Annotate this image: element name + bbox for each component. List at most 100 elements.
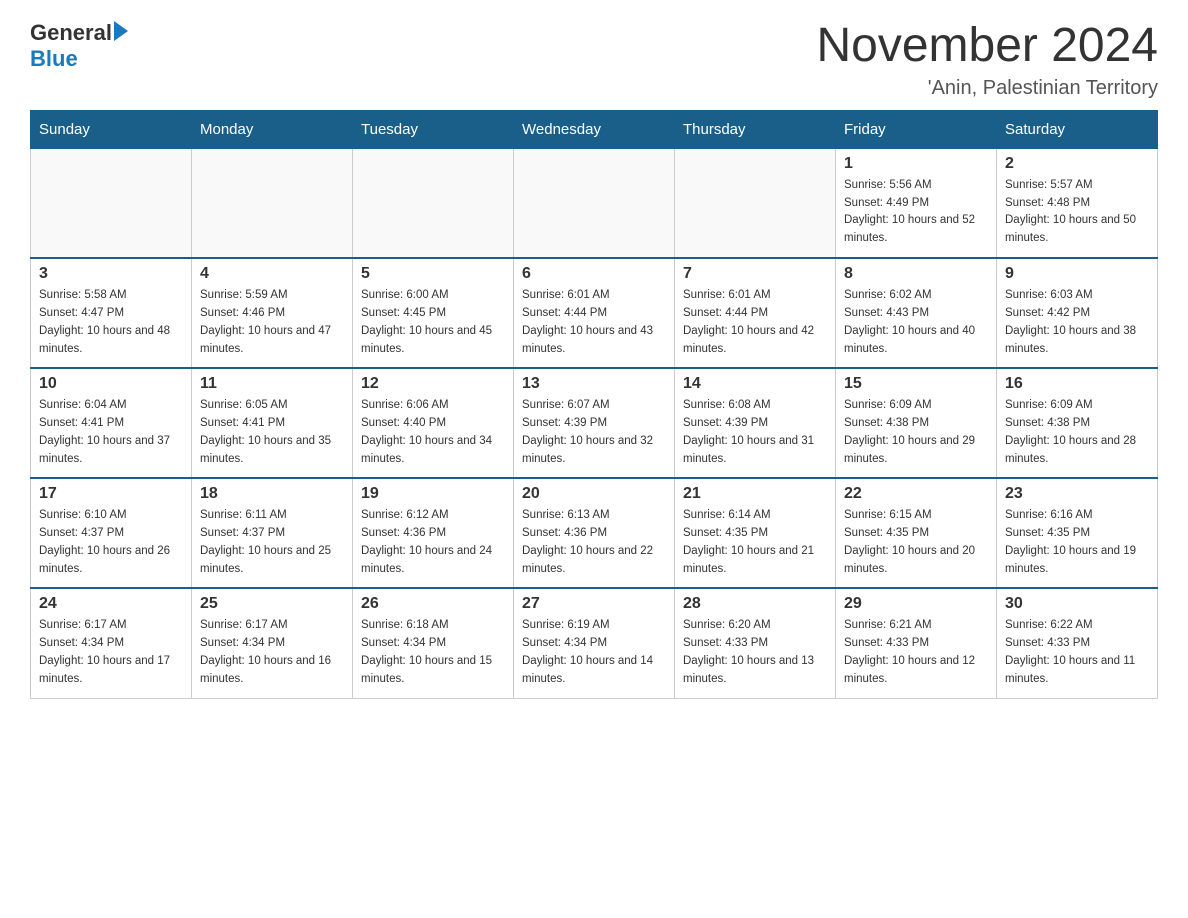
- day-number: 17: [39, 485, 183, 503]
- day-info: Sunrise: 6:13 AMSunset: 4:36 PMDaylight:…: [522, 507, 666, 578]
- calendar-day-cell: 21 Sunrise: 6:14 AMSunset: 4:35 PMDayligh…: [675, 478, 836, 588]
- day-number: 18: [200, 485, 344, 503]
- calendar-day-cell: [353, 148, 514, 258]
- day-number: 21: [683, 485, 827, 503]
- title-section: November 2024 'Anin, Palestinian Territo…: [816, 20, 1158, 100]
- day-number: 8: [844, 265, 988, 283]
- day-number: 11: [200, 375, 344, 393]
- calendar-day-cell: 25 Sunrise: 6:17 AMSunset: 4:34 PMDayligh…: [192, 588, 353, 698]
- day-info: Sunrise: 6:01 AMSunset: 4:44 PMDaylight:…: [522, 287, 666, 358]
- day-number: 3: [39, 265, 183, 283]
- day-info: Sunrise: 6:22 AMSunset: 4:33 PMDaylight:…: [1005, 617, 1149, 688]
- day-number: 26: [361, 595, 505, 613]
- calendar-day-cell: 27 Sunrise: 6:19 AMSunset: 4:34 PMDayligh…: [514, 588, 675, 698]
- day-number: 25: [200, 595, 344, 613]
- calendar-day-cell: [192, 148, 353, 258]
- day-info: Sunrise: 6:11 AMSunset: 4:37 PMDaylight:…: [200, 507, 344, 578]
- page-header: General Blue November 2024 'Anin, Palest…: [30, 20, 1158, 100]
- calendar-day-cell: 4Sunrise: 5:59 AMSunset: 4:46 PMDaylight…: [192, 258, 353, 368]
- day-number: 27: [522, 595, 666, 613]
- calendar-day-cell: 16Sunrise: 6:09 AMSunset: 4:38 PMDayligh…: [997, 368, 1158, 478]
- calendar-day-cell: 26 Sunrise: 6:18 AMSunset: 4:34 PMDayligh…: [353, 588, 514, 698]
- day-info: Sunrise: 6:17 AMSunset: 4:34 PMDaylight:…: [39, 617, 183, 688]
- day-number: 10: [39, 375, 183, 393]
- calendar-day-cell: [675, 148, 836, 258]
- weekday-header-sunday: Sunday: [31, 110, 192, 148]
- calendar-day-cell: 11 Sunrise: 6:05 AMSunset: 4:41 PMDayligh…: [192, 368, 353, 478]
- day-number: 1: [844, 155, 988, 173]
- day-number: 28: [683, 595, 827, 613]
- day-info: Sunrise: 6:04 AMSunset: 4:41 PMDaylight:…: [39, 397, 183, 468]
- calendar-day-cell: 28 Sunrise: 6:20 AMSunset: 4:33 PMDayligh…: [675, 588, 836, 698]
- day-info: Sunrise: 6:20 AMSunset: 4:33 PMDaylight:…: [683, 617, 827, 688]
- day-number: 22: [844, 485, 988, 503]
- day-info: Sunrise: 6:21 AMSunset: 4:33 PMDaylight:…: [844, 617, 988, 688]
- logo-arrow-icon: [114, 21, 128, 41]
- location-title: 'Anin, Palestinian Territory: [816, 77, 1158, 100]
- day-info: Sunrise: 6:08 AMSunset: 4:39 PMDaylight:…: [683, 397, 827, 468]
- day-number: 19: [361, 485, 505, 503]
- calendar-day-cell: 17 Sunrise: 6:10 AMSunset: 4:37 PMDayligh…: [31, 478, 192, 588]
- calendar-day-cell: 18 Sunrise: 6:11 AMSunset: 4:37 PMDayligh…: [192, 478, 353, 588]
- day-info: Sunrise: 6:00 AMSunset: 4:45 PMDaylight:…: [361, 287, 505, 358]
- day-number: 30: [1005, 595, 1149, 613]
- weekday-header-saturday: Saturday: [997, 110, 1158, 148]
- calendar-week-row: 24 Sunrise: 6:17 AMSunset: 4:34 PMDayligh…: [31, 588, 1158, 698]
- day-info: Sunrise: 6:17 AMSunset: 4:34 PMDaylight:…: [200, 617, 344, 688]
- day-info: Sunrise: 6:09 AMSunset: 4:38 PMDaylight:…: [844, 397, 988, 468]
- day-info: Sunrise: 5:58 AMSunset: 4:47 PMDaylight:…: [39, 287, 183, 358]
- day-info: Sunrise: 5:59 AMSunset: 4:46 PMDaylight:…: [200, 287, 344, 358]
- day-number: 24: [39, 595, 183, 613]
- day-number: 13: [522, 375, 666, 393]
- day-number: 14: [683, 375, 827, 393]
- calendar-day-cell: 5Sunrise: 6:00 AMSunset: 4:45 PMDaylight…: [353, 258, 514, 368]
- calendar-day-cell: 24 Sunrise: 6:17 AMSunset: 4:34 PMDayligh…: [31, 588, 192, 698]
- calendar-day-cell: 19 Sunrise: 6:12 AMSunset: 4:36 PMDayligh…: [353, 478, 514, 588]
- day-info: Sunrise: 6:10 AMSunset: 4:37 PMDaylight:…: [39, 507, 183, 578]
- calendar-day-cell: 30 Sunrise: 6:22 AMSunset: 4:33 PMDayligh…: [997, 588, 1158, 698]
- day-number: 16: [1005, 375, 1149, 393]
- calendar-day-cell: 15 Sunrise: 6:09 AMSunset: 4:38 PMDayligh…: [836, 368, 997, 478]
- day-info: Sunrise: 6:15 AMSunset: 4:35 PMDaylight:…: [844, 507, 988, 578]
- calendar-day-cell: 9Sunrise: 6:03 AMSunset: 4:42 PMDaylight…: [997, 258, 1158, 368]
- logo: General Blue: [30, 20, 128, 72]
- day-number: 23: [1005, 485, 1149, 503]
- day-number: 6: [522, 265, 666, 283]
- calendar-day-cell: 23 Sunrise: 6:16 AMSunset: 4:35 PMDayligh…: [997, 478, 1158, 588]
- day-info: Sunrise: 5:56 AMSunset: 4:49 PMDaylight:…: [844, 177, 988, 248]
- calendar-day-cell: 29 Sunrise: 6:21 AMSunset: 4:33 PMDayligh…: [836, 588, 997, 698]
- day-info: Sunrise: 6:12 AMSunset: 4:36 PMDaylight:…: [361, 507, 505, 578]
- weekday-header-monday: Monday: [192, 110, 353, 148]
- day-info: Sunrise: 6:06 AMSunset: 4:40 PMDaylight:…: [361, 397, 505, 468]
- day-number: 2: [1005, 155, 1149, 173]
- calendar-week-row: 1 Sunrise: 5:56 AMSunset: 4:49 PMDaylight…: [31, 148, 1158, 258]
- calendar-week-row: 10 Sunrise: 6:04 AMSunset: 4:41 PMDayligh…: [31, 368, 1158, 478]
- calendar-day-cell: 14 Sunrise: 6:08 AMSunset: 4:39 PMDayligh…: [675, 368, 836, 478]
- calendar-day-cell: 6 Sunrise: 6:01 AMSunset: 4:44 PMDaylight…: [514, 258, 675, 368]
- calendar-day-cell: 20 Sunrise: 6:13 AMSunset: 4:36 PMDayligh…: [514, 478, 675, 588]
- day-info: Sunrise: 5:57 AMSunset: 4:48 PMDaylight:…: [1005, 177, 1149, 248]
- day-info: Sunrise: 6:05 AMSunset: 4:41 PMDaylight:…: [200, 397, 344, 468]
- day-number: 29: [844, 595, 988, 613]
- month-title: November 2024: [816, 20, 1158, 73]
- calendar-week-row: 3 Sunrise: 5:58 AMSunset: 4:47 PMDaylight…: [31, 258, 1158, 368]
- day-number: 20: [522, 485, 666, 503]
- day-info: Sunrise: 6:14 AMSunset: 4:35 PMDaylight:…: [683, 507, 827, 578]
- day-info: Sunrise: 6:19 AMSunset: 4:34 PMDaylight:…: [522, 617, 666, 688]
- calendar-day-cell: 22 Sunrise: 6:15 AMSunset: 4:35 PMDayligh…: [836, 478, 997, 588]
- day-info: Sunrise: 6:01 AMSunset: 4:44 PMDaylight:…: [683, 287, 827, 358]
- day-info: Sunrise: 6:02 AMSunset: 4:43 PMDaylight:…: [844, 287, 988, 358]
- calendar-day-cell: [514, 148, 675, 258]
- weekday-header-row: SundayMondayTuesdayWednesdayThursdayFrid…: [31, 110, 1158, 148]
- day-number: 12: [361, 375, 505, 393]
- day-info: Sunrise: 6:03 AMSunset: 4:42 PMDaylight:…: [1005, 287, 1149, 358]
- calendar-day-cell: 12 Sunrise: 6:06 AMSunset: 4:40 PMDayligh…: [353, 368, 514, 478]
- day-number: 15: [844, 375, 988, 393]
- weekday-header-friday: Friday: [836, 110, 997, 148]
- day-info: Sunrise: 6:16 AMSunset: 4:35 PMDaylight:…: [1005, 507, 1149, 578]
- logo-blue: Blue: [30, 46, 128, 72]
- calendar-day-cell: 7Sunrise: 6:01 AMSunset: 4:44 PMDaylight…: [675, 258, 836, 368]
- calendar-day-cell: 10 Sunrise: 6:04 AMSunset: 4:41 PMDayligh…: [31, 368, 192, 478]
- day-info: Sunrise: 6:18 AMSunset: 4:34 PMDaylight:…: [361, 617, 505, 688]
- weekday-header-thursday: Thursday: [675, 110, 836, 148]
